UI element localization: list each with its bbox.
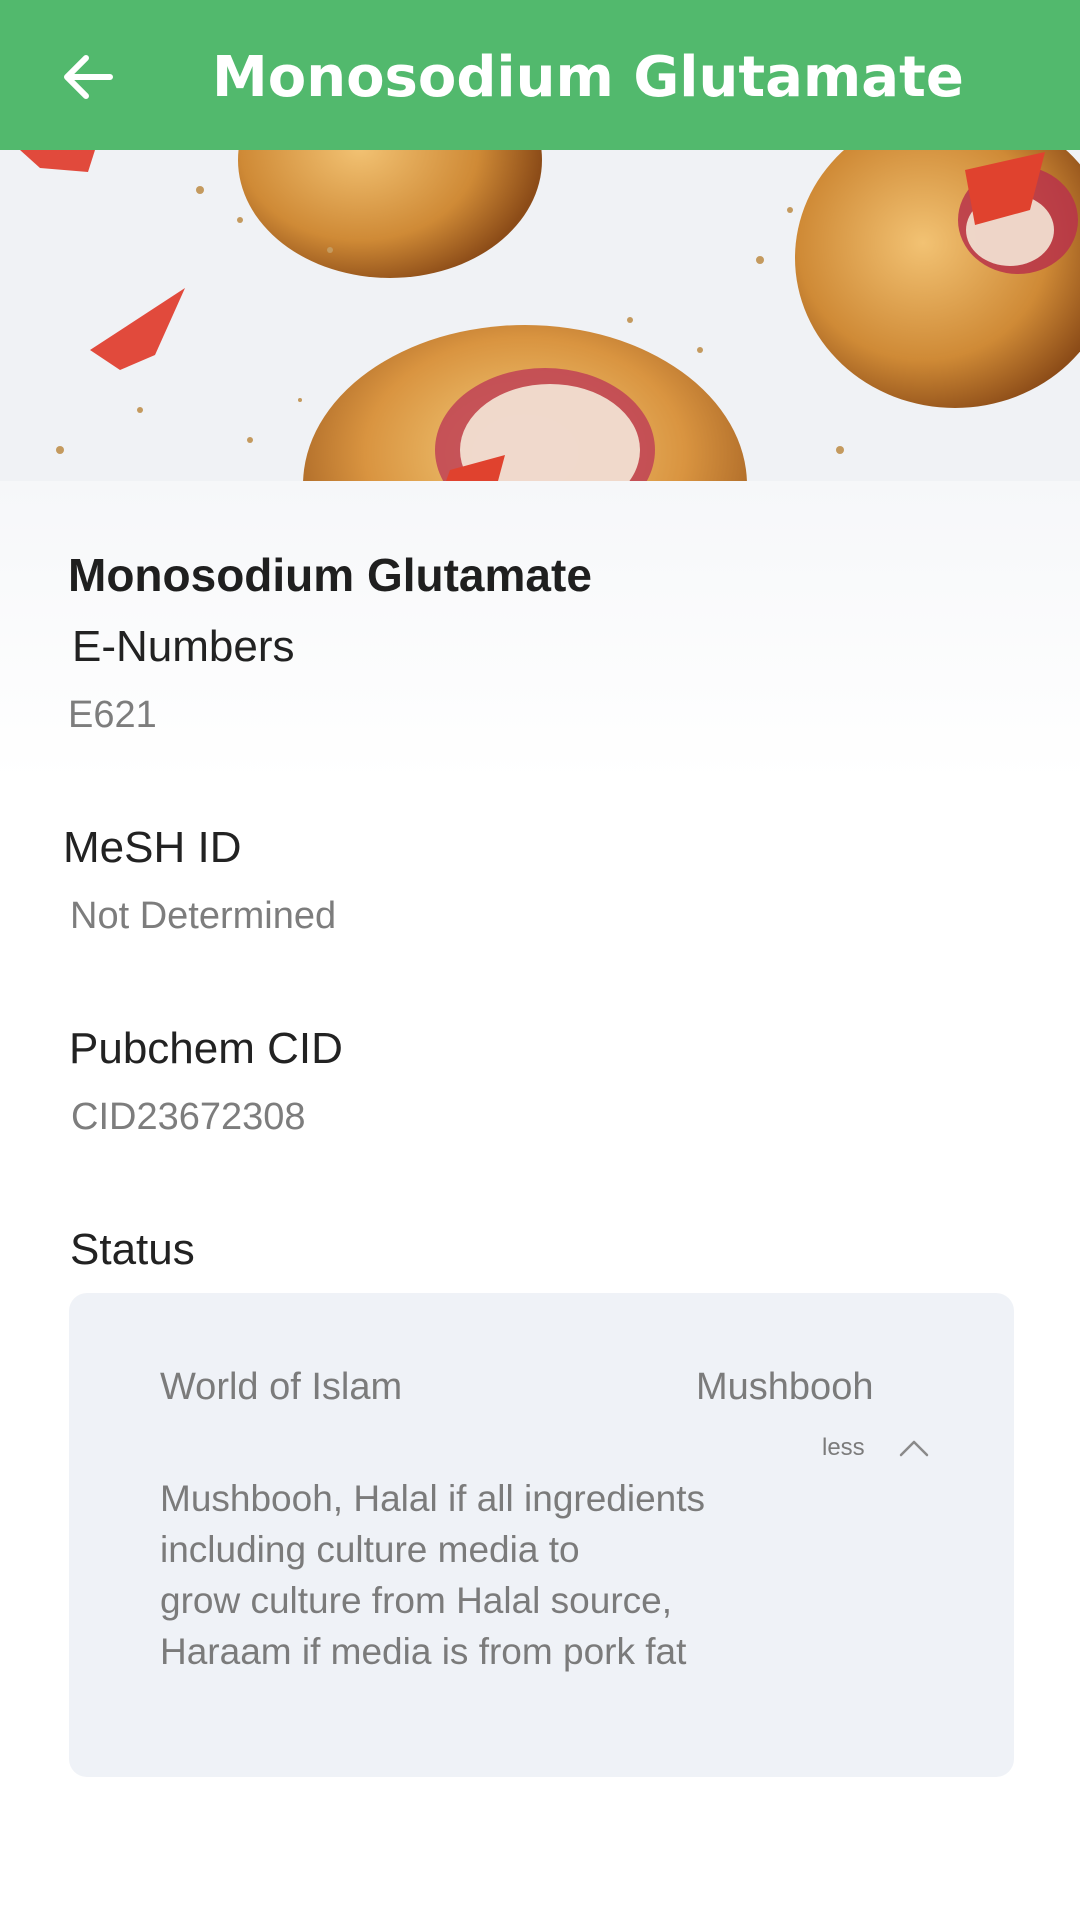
app-bar: Monosodium Glutamate [0,0,1080,150]
page-title: Monosodium Glutamate [212,45,964,110]
status-description: Mushbooh, Halal if all ingredients inclu… [160,1473,780,1677]
pubchem-cid-value: CID23672308 [71,1096,306,1138]
description-line: including culture media to [160,1529,580,1570]
mesh-id-value: Not Determined [70,895,337,937]
mesh-id-label: MeSH ID [63,823,242,872]
description-line: Mushbooh, Halal if all ingredients [160,1478,706,1519]
status-label: Status [70,1225,195,1274]
pubchem-cid-label: Pubchem CID [69,1024,343,1073]
enumbers-value: E621 [68,694,157,736]
description-line: Haraam if media is from pork fat [160,1631,687,1672]
arrow-left-icon [64,55,113,99]
enumbers-label: E-Numbers [72,622,295,671]
less-label: less [822,1434,865,1461]
status-source: World of Islam [160,1366,403,1408]
hero-image [0,150,1080,481]
status-card: World of Islam Mushbooh less Mushbooh, H… [69,1293,1014,1777]
back-button[interactable] [46,35,130,119]
chevron-up-icon [899,1440,928,1457]
less-toggle[interactable]: less [822,1426,929,1470]
description-line: grow culture from Halal source, [160,1580,673,1621]
status-value: Mushbooh [696,1366,874,1408]
ingredient-name: Monosodium Glutamate [68,549,592,601]
